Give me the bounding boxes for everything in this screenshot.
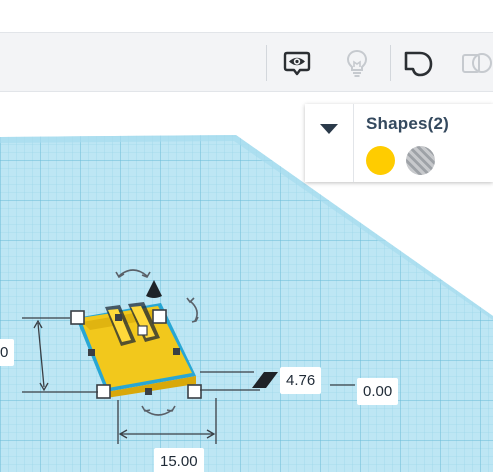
hole-swatch[interactable] xyxy=(406,146,435,175)
panel-collapse-button[interactable] xyxy=(305,104,353,154)
panel-title: Shapes(2) xyxy=(366,114,450,133)
top-bar xyxy=(0,0,493,32)
shapes-panel: Shapes(2) xyxy=(305,104,493,182)
toolbar-divider xyxy=(390,45,391,81)
solid-color-swatch[interactable] xyxy=(366,146,395,175)
shape-icon xyxy=(404,51,433,77)
notes-button[interactable] xyxy=(277,43,317,83)
handle-edge[interactable] xyxy=(173,348,180,355)
dimension-elevation-field[interactable]: 0.00 xyxy=(357,378,399,405)
toolbar-divider xyxy=(266,45,267,81)
handle-corner[interactable] xyxy=(187,384,202,399)
duplicate-icon xyxy=(462,53,492,73)
dimension-height-field[interactable]: 4.76 xyxy=(280,367,322,394)
toolbar xyxy=(0,32,493,92)
dimension-length-field[interactable]: 0 xyxy=(0,339,15,366)
caret-down-icon xyxy=(320,124,338,134)
handle-edge[interactable] xyxy=(137,325,148,336)
duplicate-button[interactable] xyxy=(456,43,493,83)
notes-icon xyxy=(283,51,311,76)
handle-corner[interactable] xyxy=(96,384,111,399)
shape-tool-button[interactable] xyxy=(397,43,437,83)
handle-corner[interactable] xyxy=(152,309,167,324)
lightbulb-icon xyxy=(346,49,368,77)
handle-edge[interactable] xyxy=(115,314,122,321)
handle-edge[interactable] xyxy=(145,388,152,395)
hint-button[interactable] xyxy=(337,43,377,83)
handle-corner[interactable] xyxy=(70,310,85,325)
handle-edge[interactable] xyxy=(88,349,95,356)
panel-divider xyxy=(353,104,354,182)
dimension-width-field[interactable]: 15.00 xyxy=(154,448,204,475)
